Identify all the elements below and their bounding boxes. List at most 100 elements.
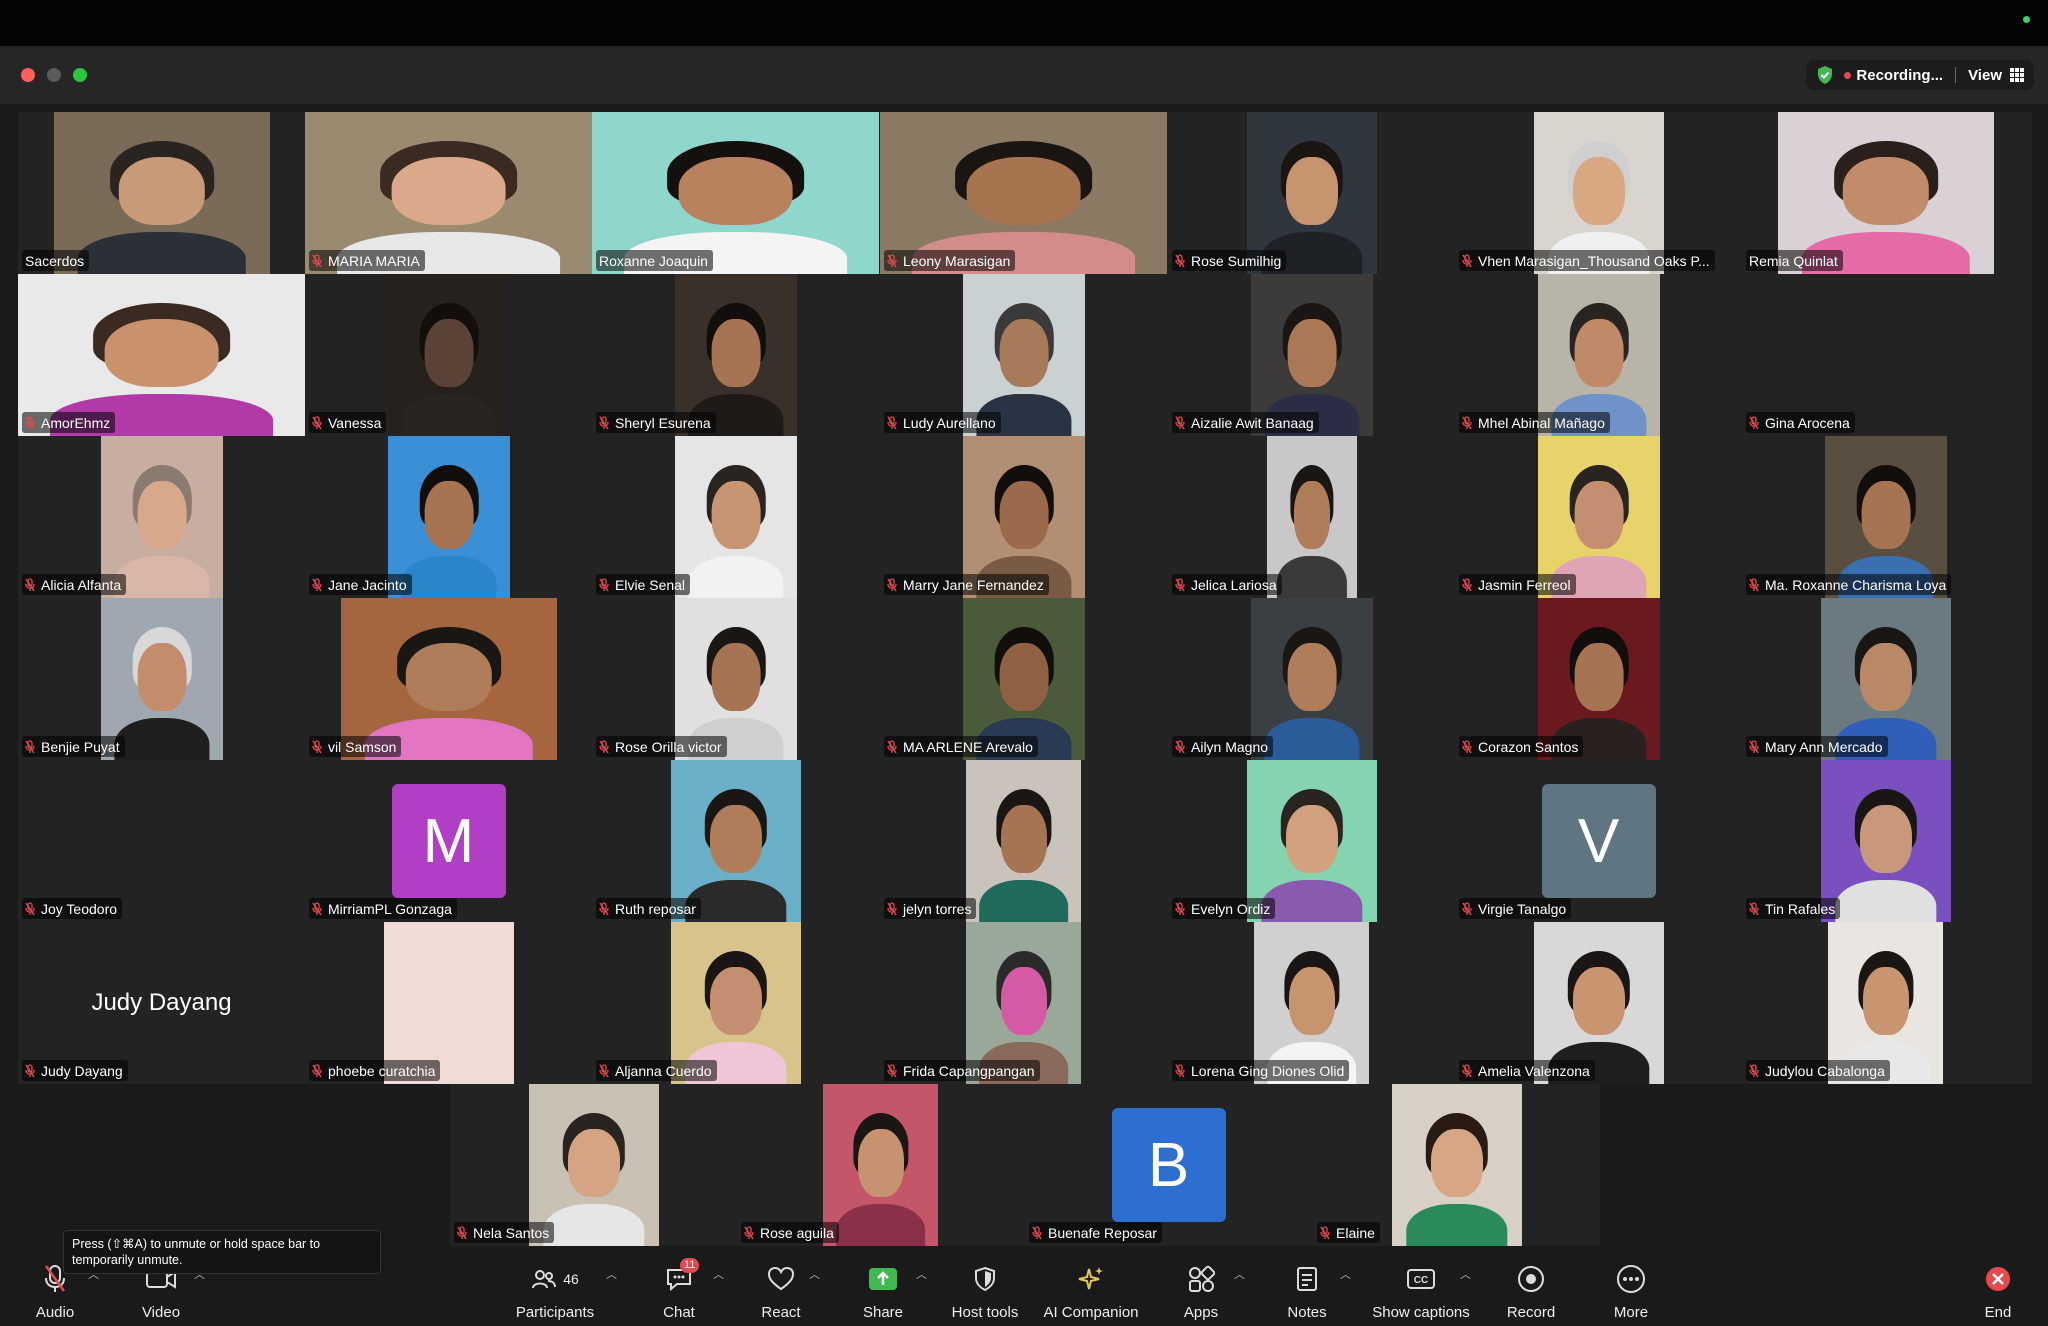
participant-name-label: Alicia Alfanta xyxy=(22,574,127,595)
participant-name-label: Remia Quinlat xyxy=(1746,250,1843,271)
participant-name: Corazon Santos xyxy=(1478,738,1579,755)
shield-icon[interactable] xyxy=(1816,65,1834,85)
close-window-button[interactable] xyxy=(21,68,35,82)
participant-name-label: Aizalie Awit Banaag xyxy=(1172,412,1319,433)
participant-tile[interactable]: Jasmin Ferreol xyxy=(1455,436,1742,598)
participant-tile[interactable]: Jelica Lariosa xyxy=(1168,436,1455,598)
captions-chevron-icon[interactable]: ︿ xyxy=(1460,1266,1471,1282)
participant-name-label: Virgie Tanalgo xyxy=(1459,898,1572,919)
participant-tile[interactable]: Nela Santos xyxy=(450,1084,737,1246)
recording-status[interactable]: Recording... xyxy=(1856,67,1943,84)
participant-tile[interactable]: Judy Dayang Judy Dayang xyxy=(18,922,305,1084)
participant-tile[interactable]: Aljanna Cuerdo xyxy=(592,922,879,1084)
participant-name-label: Judylou Cabalonga xyxy=(1746,1060,1890,1081)
maximize-window-button[interactable] xyxy=(73,68,87,82)
recording-dot-icon xyxy=(1844,71,1852,79)
participant-tile[interactable]: Ruth reposar xyxy=(592,760,879,922)
participant-tile[interactable]: phoebe curatchia xyxy=(305,922,592,1084)
participant-name: MirriamPL Gonzaga xyxy=(328,900,452,917)
participant-tile[interactable]: Mary Ann Mercado xyxy=(1742,598,2029,760)
participant-tile[interactable]: MARIA MARIA xyxy=(305,112,592,274)
participant-tile[interactable]: Corazon Santos xyxy=(1455,598,1742,760)
participant-tile[interactable]: Ailyn Magno xyxy=(1168,598,1455,760)
muted-mic-icon xyxy=(599,739,609,754)
participants-chevron-icon[interactable]: ︿ xyxy=(606,1266,617,1282)
participant-name-label: Mhel Abinal Mañago xyxy=(1459,412,1610,433)
participant-tile[interactable]: Gina Arocena xyxy=(1742,274,2029,436)
participant-tile[interactable]: Alicia Alfanta xyxy=(18,436,305,598)
participant-tile[interactable]: Amelia Valenzona xyxy=(1455,922,1742,1084)
participant-tile[interactable]: M MirriamPL Gonzaga xyxy=(305,760,592,922)
participant-tile[interactable]: Rose Orilla victor xyxy=(592,598,879,760)
muted-mic-icon xyxy=(1175,577,1185,592)
muted-mic-icon xyxy=(744,1225,754,1240)
participant-name: Jelica Lariosa xyxy=(1191,576,1277,593)
view-button[interactable]: View xyxy=(1968,67,2024,84)
participant-name: Frida Capangpangan xyxy=(903,1062,1035,1079)
participant-tile[interactable]: AmorEhmz xyxy=(18,274,305,436)
participant-tile[interactable]: Evelyn Ordiz xyxy=(1168,760,1455,922)
participant-name: vil Samson xyxy=(328,738,397,755)
participant-tile[interactable]: Rose Sumilhig xyxy=(1168,112,1455,274)
participant-tile[interactable]: Jane Jacinto xyxy=(305,436,592,598)
participant-name-label: Ruth reposar xyxy=(596,898,701,919)
person-torso xyxy=(401,555,497,598)
participant-tile[interactable]: Lorena Ging Diones Olid xyxy=(1168,922,1455,1084)
participant-tile[interactable]: Ludy Aurellano xyxy=(880,274,1167,436)
participant-tile[interactable]: Sheryl Esurena xyxy=(592,274,879,436)
participant-tile[interactable]: vil Samson xyxy=(305,598,592,760)
minimize-window-button[interactable] xyxy=(47,68,61,82)
notes-chevron-icon[interactable]: ︿ xyxy=(1340,1266,1351,1282)
record-button[interactable]: Record xyxy=(1476,1262,1586,1321)
ai-companion-button[interactable]: AI Companion xyxy=(1036,1262,1146,1321)
participant-tile[interactable]: Benjie Puyat xyxy=(18,598,305,760)
participant-tile[interactable]: V Virgie Tanalgo xyxy=(1455,760,1742,922)
participant-tile[interactable]: jelyn torres xyxy=(880,760,1167,922)
participant-tile[interactable]: Joy Teodoro xyxy=(18,760,305,922)
person-face xyxy=(678,157,793,226)
participant-tile[interactable]: Judylou Cabalonga xyxy=(1742,922,2029,1084)
share-chevron-icon[interactable]: ︿ xyxy=(916,1266,927,1282)
person-face xyxy=(1860,643,1912,712)
participant-tile[interactable]: Vhen Marasigan_Thousand Oaks P... xyxy=(1455,112,1742,274)
person-face xyxy=(711,643,761,712)
apps-chevron-icon[interactable]: ︿ xyxy=(1234,1266,1245,1282)
end-meeting-button[interactable]: End xyxy=(1943,1262,2048,1321)
person-face xyxy=(999,643,1049,712)
muted-mic-icon xyxy=(887,415,897,430)
participant-tile[interactable]: Sacerdos xyxy=(18,112,305,274)
participant-name-label: Marry Jane Fernandez xyxy=(884,574,1049,595)
participant-tile[interactable]: Elaine xyxy=(1313,1084,1600,1246)
muted-mic-icon xyxy=(887,577,897,592)
participant-tile[interactable]: Tin Rafales xyxy=(1742,760,2029,922)
host-tools-button[interactable]: Host tools xyxy=(930,1262,1040,1321)
muted-mic-icon xyxy=(1749,415,1759,430)
participant-tile[interactable]: Roxanne Joaquin xyxy=(592,112,879,274)
participant-tile[interactable]: Aizalie Awit Banaag xyxy=(1168,274,1455,436)
react-chevron-icon[interactable]: ︿ xyxy=(809,1266,820,1282)
participant-tile[interactable]: Rose aguila xyxy=(737,1084,1024,1246)
participant-tile[interactable]: Vanessa xyxy=(305,274,592,436)
participant-tile[interactable]: Ma. Roxanne Charisma Loya xyxy=(1742,436,2029,598)
participant-tile[interactable]: Elvie Senal xyxy=(592,436,879,598)
chat-chevron-icon[interactable]: ︿ xyxy=(713,1266,724,1282)
participant-name: Ailyn Magno xyxy=(1191,738,1269,755)
participant-name-label: MARIA MARIA xyxy=(309,250,425,271)
participant-tile[interactable]: MA ARLENE Arevalo xyxy=(880,598,1167,760)
participant-tile[interactable]: Frida Capangpangan xyxy=(880,922,1167,1084)
more-button[interactable]: More xyxy=(1576,1262,1686,1321)
participant-tile[interactable]: Mhel Abinal Mañago xyxy=(1455,274,1742,436)
participant-tile[interactable]: B Buenafe Reposar xyxy=(1025,1084,1312,1246)
participant-name: Vhen Marasigan_Thousand Oaks P... xyxy=(1478,252,1710,269)
participant-tile[interactable]: Leony Marasigan xyxy=(880,112,1167,274)
notes-icon xyxy=(1297,1267,1317,1291)
person-face xyxy=(1000,967,1047,1036)
person-face xyxy=(966,157,1081,226)
participant-tile[interactable]: Marry Jane Fernandez xyxy=(880,436,1167,598)
chat-unread-badge: 11 xyxy=(680,1258,700,1273)
participant-video xyxy=(675,436,797,598)
participants-button[interactable]: 46 Participants xyxy=(500,1262,610,1321)
muted-mic-icon xyxy=(1462,253,1472,268)
participant-tile[interactable]: Remia Quinlat xyxy=(1742,112,2029,274)
heart-icon xyxy=(767,1266,795,1291)
